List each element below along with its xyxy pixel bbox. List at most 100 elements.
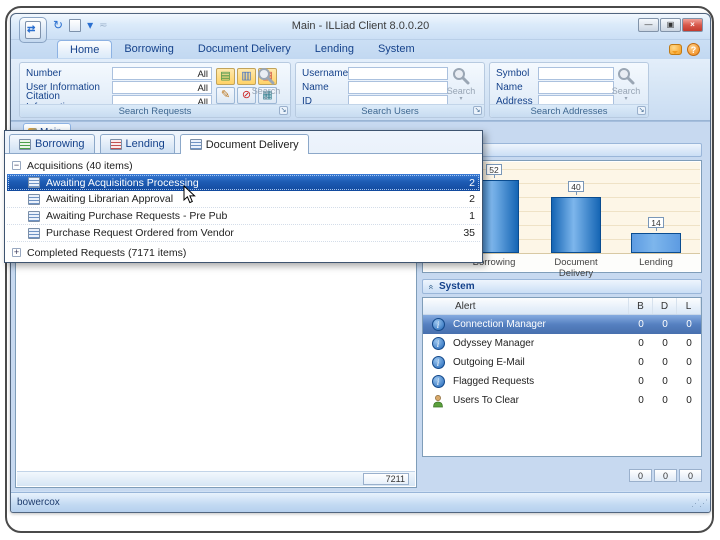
tab-borrowing[interactable]: Borrowing [112, 40, 186, 58]
field-label-number: Number [26, 68, 62, 79]
group-search-requests: Number All User Information All Citation… [19, 62, 291, 118]
logged-in-user: bowercox [17, 497, 60, 508]
alert-label: Odyssey Manager [453, 338, 535, 349]
footer-count-l: 0 [679, 469, 702, 482]
bar-document-delivery[interactable] [551, 197, 601, 253]
count-b: 0 [638, 357, 644, 368]
popup-tab-borrowing[interactable]: Borrowing [9, 134, 95, 153]
window-title: Main - ILLiad Client 8.0.0.20 [291, 20, 430, 32]
search-requests-button[interactable]: Search ▾ [248, 67, 284, 109]
tab-home[interactable]: Home [57, 40, 113, 58]
search-label: Search [611, 86, 641, 96]
popup-tab-label: Borrowing [35, 138, 85, 150]
dialog-launcher-icon[interactable]: ↘ [637, 106, 646, 115]
help-icon[interactable]: ? [687, 43, 700, 56]
users-icon [433, 394, 443, 407]
group-label: Completed Requests (7171 items) [27, 246, 187, 259]
user-name-input[interactable] [348, 81, 448, 94]
count-d: 0 [662, 319, 668, 330]
count-d: 0 [662, 357, 668, 368]
tab-document-delivery[interactable]: Document Delivery [186, 40, 303, 58]
tab-lending[interactable]: Lending [303, 40, 366, 58]
username-input[interactable] [348, 67, 448, 80]
symbol-input[interactable] [538, 67, 614, 80]
address-name-input[interactable] [538, 81, 614, 94]
queue-count: 1 [469, 210, 475, 222]
count-b: 0 [638, 376, 644, 387]
maximize-button[interactable]: ▣ [660, 18, 681, 32]
column-b: B [629, 298, 653, 314]
ribbon: Number All User Information All Citation… [11, 59, 710, 121]
table-row[interactable]: Users To Clear 0 0 0 [423, 391, 701, 410]
number-input[interactable]: All [112, 67, 212, 80]
info-icon: i [431, 337, 445, 350]
group-caption: Search Addresses [490, 104, 648, 117]
queue-row[interactable]: Awaiting Purchase Requests - Pre Pub 1 [7, 208, 480, 225]
queue-icon [28, 227, 40, 239]
document-delivery-grid-icon [189, 139, 202, 150]
popup-tab-document-delivery[interactable]: Document Delivery [179, 134, 309, 154]
system-panel-footer: 0 0 0 [629, 469, 702, 482]
table-row[interactable]: i Odyssey Manager 0 0 0 [423, 334, 701, 353]
alert-label: Outgoing E-Mail [453, 357, 525, 368]
alert-label: Users To Clear [453, 395, 519, 406]
app-window: ↻ ▾ ≂ Main - ILLiad Client 8.0.0.20 — ▣ … [10, 13, 711, 513]
table-row[interactable]: i Flagged Requests 0 0 0 [423, 372, 701, 391]
queue-row[interactable]: Purchase Request Ordered from Vendor 35 [7, 225, 480, 242]
expand-box-icon[interactable]: + [12, 248, 21, 257]
queue-group-completed[interactable]: + Completed Requests (7171 items) [7, 244, 480, 261]
add-request-icon[interactable]: ▤ [216, 68, 235, 85]
search-users-button[interactable]: Search ▾ [443, 67, 479, 109]
close-button[interactable]: × [682, 18, 703, 32]
column-l: L [677, 298, 701, 314]
queue-group-acquisitions[interactable]: − Acquisitions (40 items) [7, 157, 480, 174]
table-row[interactable]: i Connection Manager 0 0 0 [423, 315, 701, 334]
illiad-logo-icon [25, 21, 41, 39]
bar-lending[interactable] [631, 233, 681, 253]
resize-grip[interactable]: ⋰⋰ [691, 498, 708, 509]
system-alerts-table: Alert B D L i Connection Manager 0 0 0 i… [422, 297, 702, 457]
popup-tab-label: Document Delivery [205, 138, 299, 151]
table-header-row: Alert B D L [423, 298, 701, 315]
count-d: 0 [662, 395, 668, 406]
magnifier-icon [453, 68, 470, 85]
count-b: 0 [638, 338, 644, 349]
queue-row[interactable]: Awaiting Acquisitions Processing 2 [7, 174, 480, 191]
group-label: Acquisitions (40 items) [27, 159, 133, 172]
field-label-username: Username [302, 68, 349, 79]
table-row[interactable]: i Outgoing E-Mail 0 0 0 [423, 353, 701, 372]
minimize-button[interactable]: — [638, 18, 659, 32]
group-caption: Search Users [296, 104, 484, 117]
bar-value-label: 40 [568, 181, 584, 195]
user-information-input[interactable]: All [112, 81, 212, 94]
footer-count-d: 0 [654, 469, 677, 482]
status-bar: bowercox ⋰⋰ [11, 492, 710, 512]
queue-label: Awaiting Acquisitions Processing [46, 176, 199, 189]
search-dropdown-icon: ▾ [264, 96, 268, 102]
collapse-chevron-icon[interactable]: « [427, 284, 437, 289]
search-label: Search [251, 86, 281, 96]
collapse-box-icon[interactable]: − [12, 161, 21, 170]
count-l: 0 [686, 357, 692, 368]
system-group-header[interactable]: « System [422, 279, 702, 294]
edit-note-icon[interactable]: ✎ [216, 87, 235, 104]
info-icon: i [431, 356, 445, 369]
queue-row[interactable]: Awaiting Librarian Approval 2 [7, 191, 480, 208]
alert-label: Connection Manager [453, 319, 546, 330]
popup-tab-strip: Borrowing Lending Document Delivery [5, 131, 482, 154]
title-bar[interactable]: ↻ ▾ ≂ Main - ILLiad Client 8.0.0.20 — ▣ … [11, 14, 710, 43]
popup-tab-lending[interactable]: Lending [99, 134, 175, 153]
queue-icon [28, 210, 40, 222]
dialog-launcher-icon[interactable]: ↘ [279, 106, 288, 115]
application-menu-button[interactable] [19, 17, 47, 43]
queue-icon [28, 177, 40, 188]
dialog-launcher-icon[interactable]: ↘ [473, 106, 482, 115]
queues-popup: Borrowing Lending Document Delivery − Ac… [4, 130, 483, 263]
search-addresses-button[interactable]: Search ▾ [608, 67, 644, 109]
count-l: 0 [686, 395, 692, 406]
magnifier-icon [258, 68, 275, 85]
bar-value-label: 52 [486, 164, 502, 178]
feedback-balloon-icon[interactable] [669, 44, 682, 55]
magnifier-icon [618, 68, 635, 85]
tab-system[interactable]: System [366, 40, 427, 58]
